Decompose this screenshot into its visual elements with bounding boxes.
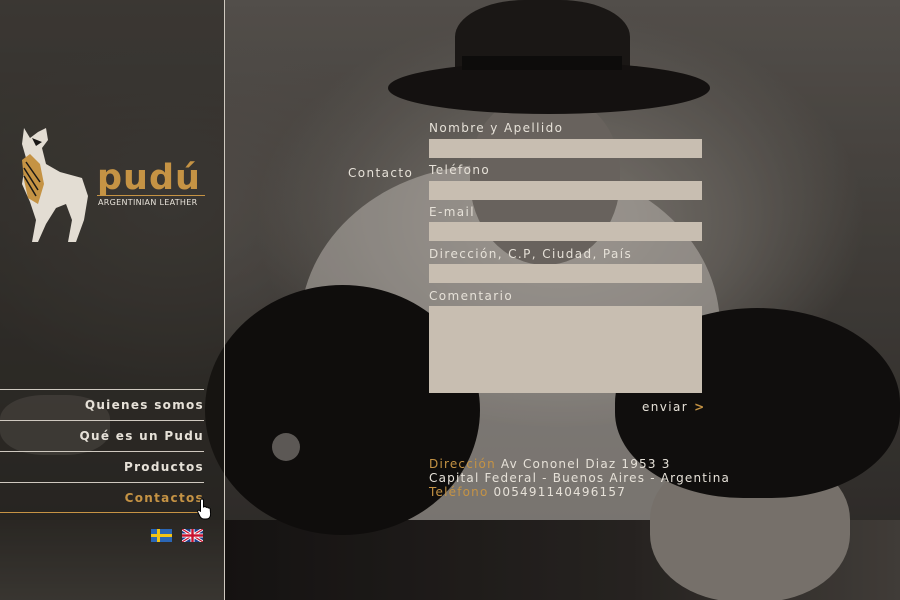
main-nav: Quienes somos Qué es un Pudu Productos C… (0, 389, 204, 513)
contact-info: Dirección Av Cononel Diaz 1953 3 Capital… (429, 457, 730, 499)
comment-field[interactable] (429, 306, 702, 393)
brand-divider (97, 195, 205, 196)
nav-item-productos[interactable]: Productos (0, 451, 204, 482)
comment-field-label: Comentario (429, 289, 514, 303)
phone-field-label: Teléfono (429, 163, 491, 177)
phone-label: Teléfono (429, 485, 489, 499)
nav-item-que-es-un-pudu[interactable]: Qué es un Pudu (0, 420, 204, 451)
email-field[interactable] (429, 222, 702, 241)
sidebar: pudú ARGENTINIAN LEATHER Quienes somos Q… (0, 0, 225, 600)
brand-name: pudú (97, 158, 201, 198)
nav-item-contactos[interactable]: Contactos (0, 482, 204, 513)
address-field[interactable] (429, 264, 702, 283)
language-selector (151, 529, 203, 542)
send-button[interactable]: enviar > (642, 400, 706, 414)
uk-flag-icon[interactable] (182, 529, 203, 542)
address-line-1: Av Cononel Diaz 1953 3 (500, 457, 671, 471)
phone-field[interactable] (429, 181, 702, 200)
name-field[interactable] (429, 139, 702, 158)
sweden-flag-icon[interactable] (151, 529, 172, 542)
email-field-label: E-mail (429, 205, 476, 219)
phone-number: 005491140496157 (493, 485, 627, 499)
address-line-2: Capital Federal - Buenos Aires - Argenti… (429, 471, 731, 485)
send-button-label: enviar (642, 400, 689, 414)
nav-item-quienes-somos[interactable]: Quienes somos (0, 389, 204, 420)
contact-section-label: Contacto (348, 166, 414, 180)
brand-subtitle: ARGENTINIAN LEATHER (98, 198, 198, 207)
hand-pointer-icon (197, 498, 212, 520)
arrow-right-icon: > (694, 400, 706, 414)
name-field-label: Nombre y Apellido (429, 121, 564, 135)
address-field-label: Dirección, C.P, Ciudad, País (429, 247, 633, 261)
address-label: Dirección (429, 457, 496, 471)
